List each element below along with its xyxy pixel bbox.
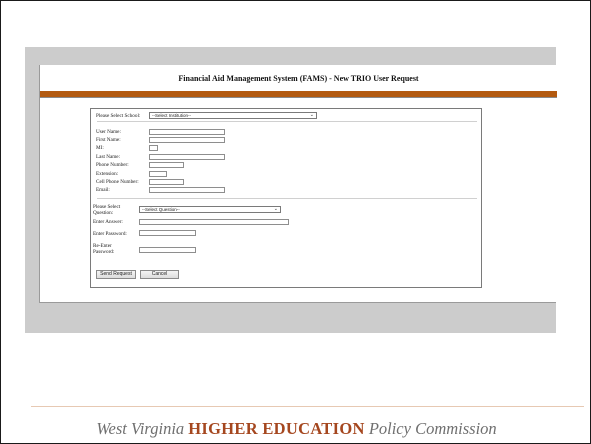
password-label: Enter Password:: [93, 231, 127, 237]
mi-input[interactable]: [149, 145, 158, 151]
password-input[interactable]: [139, 230, 196, 236]
mi-label: MI:: [96, 145, 104, 151]
page-title: Financial Aid Management System (FAMS) -…: [178, 74, 419, 83]
chevron-down-icon: ⌄: [309, 112, 314, 118]
cell-phone-input[interactable]: [149, 179, 184, 185]
cancel-button[interactable]: Cancel: [140, 270, 179, 279]
footer-highlight: HIGHER EDUCATION: [188, 419, 365, 438]
answer-label: Enter Answer:: [93, 219, 123, 225]
phone-number-label: Phone Number:: [96, 162, 129, 168]
question-select[interactable]: --Select Question-- ⌄: [139, 206, 281, 213]
last-name-label: Last Name:: [96, 154, 121, 160]
footer-suffix: Policy Commission: [368, 419, 497, 438]
user-name-label: User Name:: [96, 129, 121, 135]
app-panel: Financial Aid Management System (FAMS) -…: [39, 65, 557, 303]
send-request-button[interactable]: Send Request: [96, 270, 136, 279]
footer-divider: [31, 406, 584, 407]
user-name-input[interactable]: [149, 129, 225, 135]
answer-input[interactable]: [139, 219, 289, 225]
first-name-input[interactable]: [149, 137, 225, 143]
section-divider: [97, 121, 477, 122]
question-select-value: --Select Question--: [142, 207, 180, 212]
first-name-label: First Name:: [96, 137, 121, 143]
question-label: Please Select Question:: [93, 204, 121, 216]
reenter-password-input[interactable]: [139, 247, 196, 253]
school-select[interactable]: --Select Institution-- ⌄: [149, 112, 317, 119]
email-label: Email:: [96, 187, 110, 193]
last-name-input[interactable]: [149, 154, 225, 160]
title-bar-shadow: [40, 97, 557, 98]
slide-frame: Financial Aid Management System (FAMS) -…: [0, 0, 591, 444]
extension-label: Extension:: [96, 171, 119, 177]
footer-prefix: West Virginia: [96, 419, 185, 438]
phone-number-input[interactable]: [149, 162, 184, 168]
cell-phone-label: Cell Phone Number:: [96, 179, 139, 185]
school-label: Please Select School:: [96, 113, 141, 119]
reenter-password-label: Re-Enter Password:: [93, 243, 115, 255]
school-select-value: --Select Institution--: [152, 113, 192, 118]
chevron-down-icon: ⌄: [273, 206, 278, 212]
email-field[interactable]: [149, 187, 225, 193]
footer-branding: West Virginia HIGHER EDUCATION Policy Co…: [1, 419, 591, 439]
extension-input[interactable]: [149, 171, 167, 177]
app-screenshot: Financial Aid Management System (FAMS) -…: [25, 47, 557, 333]
section-divider: [97, 198, 477, 199]
user-request-form: Please Select School: --Select Instituti…: [90, 108, 482, 288]
